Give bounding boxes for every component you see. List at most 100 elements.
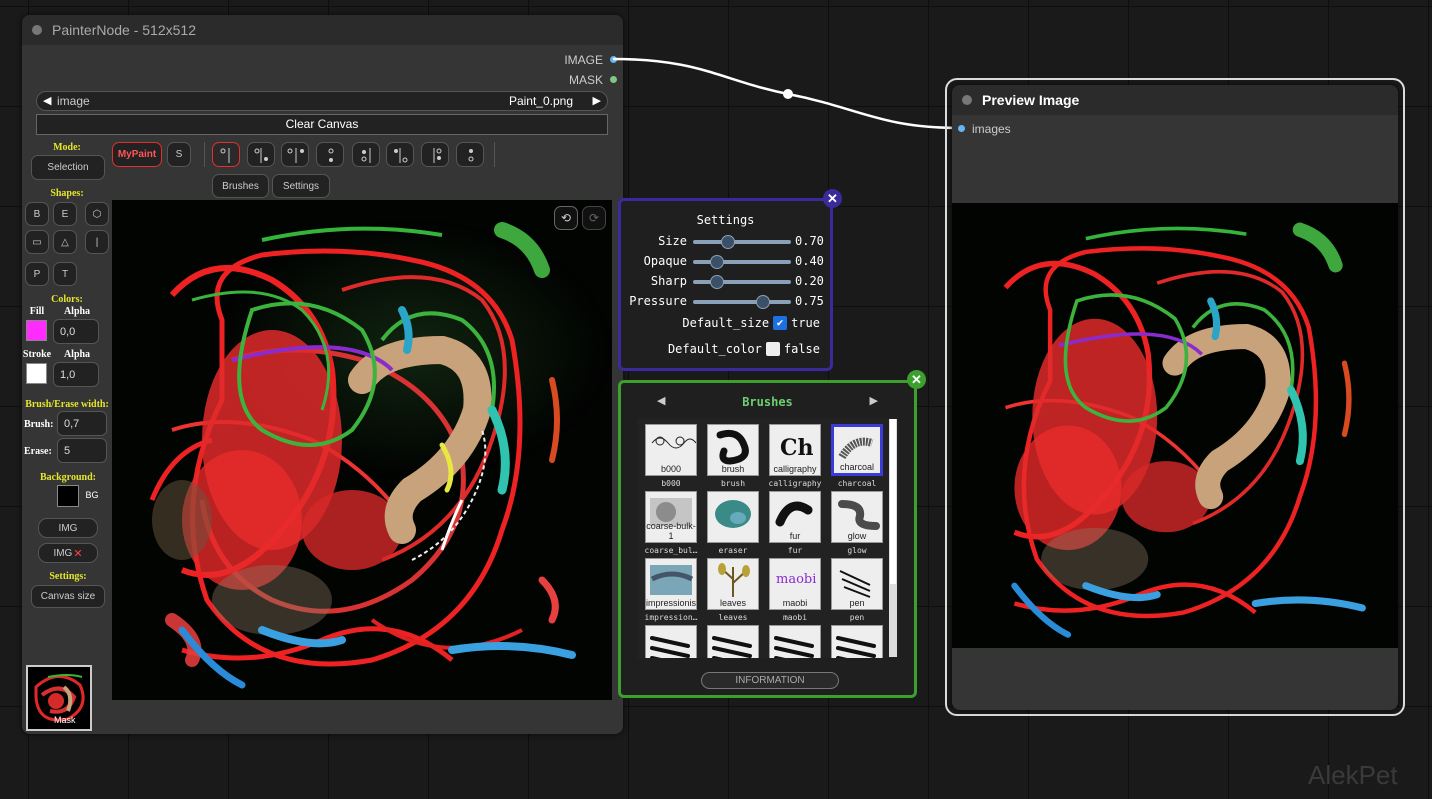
- background-color-swatch[interactable]: [57, 485, 79, 507]
- svg-text:maobi: maobi: [776, 572, 816, 587]
- slider-track[interactable]: [693, 255, 791, 269]
- brush-tile-label: maobi: [782, 598, 808, 608]
- ellipse-shape-button[interactable]: E: [53, 202, 77, 226]
- path-shape-button[interactable]: P: [25, 262, 49, 286]
- clear-canvas-button[interactable]: Clear Canvas: [36, 114, 608, 135]
- brush-caption: brush: [720, 479, 746, 488]
- mypaint-button[interactable]: MyPaint: [112, 142, 162, 167]
- settings-tab-button[interactable]: Settings: [272, 174, 330, 198]
- brush-preview-icon: [651, 436, 696, 449]
- brushes-close-icon[interactable]: ✕: [907, 370, 926, 389]
- node-collapse-dot[interactable]: [962, 95, 972, 105]
- slider-track[interactable]: [693, 275, 791, 289]
- img-remove-button[interactable]: IMG ✕: [38, 543, 98, 563]
- stroke-alpha-label: Alpha: [63, 349, 91, 360]
- brush-tile-charcoal[interactable]: charcoal: [831, 424, 883, 476]
- mypaint-tool-7[interactable]: [421, 142, 449, 167]
- fill-color-swatch[interactable]: [26, 320, 47, 341]
- brush-grid-scrollbar[interactable]: [889, 419, 897, 657]
- mypaint-tool-3[interactable]: [281, 142, 309, 167]
- node-collapse-dot[interactable]: [32, 25, 42, 35]
- default-size-checkbox[interactable]: ✔: [773, 316, 788, 330]
- rectangle-shape-button[interactable]: B: [25, 202, 49, 226]
- clear-canvas-label: Clear Canvas: [285, 117, 359, 131]
- mypaint-tool-2[interactable]: [247, 142, 275, 167]
- brush-tile-b000[interactable]: b000: [645, 424, 697, 476]
- brush-tile-leaves[interactable]: leaves: [707, 558, 759, 610]
- stroke-alpha-input[interactable]: 1,0: [53, 362, 99, 387]
- brushes-next-arrow[interactable]: ▶: [870, 394, 878, 407]
- brush-preview-icon: [838, 500, 880, 530]
- slider-track[interactable]: [693, 235, 791, 249]
- selection-button[interactable]: Selection: [31, 155, 105, 180]
- canvas-size-button[interactable]: Canvas size: [31, 585, 105, 608]
- mypaint-tool-4[interactable]: [316, 142, 344, 167]
- slider-label: Size: [658, 234, 687, 248]
- brushes-panel: ◀ Brushes ▶ b000 b000 brush brush Ch calligra…: [618, 380, 917, 698]
- mypaint-tool-1[interactable]: [212, 142, 240, 167]
- erase-width-input[interactable]: 5: [57, 438, 107, 463]
- brush-tile-label: glow: [847, 531, 867, 541]
- slider-knob[interactable]: [709, 255, 724, 269]
- triangle-shape-button[interactable]: △: [53, 230, 77, 254]
- image-combo-widget[interactable]: ◀ image Paint_0.png ▶: [36, 91, 608, 111]
- output-image-socket[interactable]: [610, 56, 617, 63]
- line-shape-button[interactable]: |: [85, 230, 109, 254]
- stroke-color-swatch[interactable]: [26, 363, 47, 384]
- fill-alpha-input[interactable]: 0,0: [53, 319, 99, 344]
- brush-tile-brush[interactable]: brush: [707, 424, 759, 476]
- brushes-tab-button[interactable]: Brushes: [212, 174, 269, 198]
- text-shape-button[interactable]: T: [53, 262, 77, 286]
- mode-title: Mode:: [53, 142, 81, 153]
- mypaint-tool-6[interactable]: [386, 142, 414, 167]
- tool-dots-line-icon: [361, 148, 371, 163]
- information-button[interactable]: INFORMATION: [701, 672, 839, 689]
- scrollbar-thumb[interactable]: [890, 419, 896, 584]
- image-prev-arrow[interactable]: ◀: [43, 92, 51, 110]
- brush-tile-glow[interactable]: glow: [831, 491, 883, 543]
- slider-knob[interactable]: [709, 275, 724, 289]
- settings-close-icon[interactable]: ✕: [823, 189, 842, 208]
- painter-node-title-bar[interactable]: PainterNode - 512x512: [22, 15, 623, 45]
- brush-tile-item-12[interactable]: [645, 625, 697, 658]
- input-images-socket[interactable]: [958, 125, 965, 132]
- rect-outline-shape-button[interactable]: ▭: [25, 230, 49, 254]
- wire-midpoint-handle[interactable]: [783, 89, 793, 99]
- mask-thumbnail[interactable]: Mask: [26, 665, 92, 731]
- brush-tile-calligraphy[interactable]: Ch calligraphy: [769, 424, 821, 476]
- image-next-arrow[interactable]: ▶: [593, 92, 601, 110]
- brush-tile-coarse-bul-[interactable]: coarse-bulk-1: [645, 491, 697, 543]
- mypaint-tool-8[interactable]: [456, 142, 484, 167]
- img-button[interactable]: IMG: [38, 518, 98, 538]
- slider-track[interactable]: [693, 295, 791, 309]
- tool-dots-icon: [468, 149, 474, 162]
- undo-button[interactable]: ⟲: [554, 206, 578, 230]
- brush-tile-impression-[interactable]: impressionism: [645, 558, 697, 610]
- default-size-value: true: [791, 316, 820, 330]
- brush-tile-item-13[interactable]: [707, 625, 759, 658]
- brush-tile-pen[interactable]: pen: [831, 558, 883, 610]
- brush-tile-maobi[interactable]: maobi maobi: [769, 558, 821, 610]
- brush-width-input[interactable]: 0,7: [57, 411, 107, 436]
- slider-knob[interactable]: [720, 235, 735, 249]
- information-label: INFORMATION: [735, 675, 805, 686]
- brush-preview-icon: [836, 636, 876, 658]
- default-color-value: false: [783, 342, 820, 356]
- polygon-shape-button[interactable]: ⬡: [85, 202, 109, 226]
- toolbar-divider-2: [494, 142, 495, 167]
- default-color-checkbox[interactable]: [765, 342, 780, 356]
- paint-canvas[interactable]: ⟲ ⟳: [112, 200, 612, 700]
- brush-preview-icon: [712, 636, 752, 658]
- brush-tile-eraser[interactable]: [707, 491, 759, 543]
- preview-node-title-bar[interactable]: Preview Image: [952, 85, 1398, 115]
- slider-knob[interactable]: [756, 295, 770, 309]
- brush-tile-item-14[interactable]: [769, 625, 821, 658]
- mypaint-tool-5[interactable]: [352, 142, 380, 167]
- redo-button[interactable]: ⟳: [582, 206, 606, 230]
- s-button[interactable]: S: [167, 142, 191, 167]
- output-mask-socket[interactable]: [610, 76, 617, 83]
- brush-tile-fur[interactable]: fur: [769, 491, 821, 543]
- img-remove-label: IMG: [53, 547, 73, 559]
- slider-row-pressure: Pressure 0.75: [621, 291, 831, 311]
- brush-tile-item-15[interactable]: [831, 625, 883, 658]
